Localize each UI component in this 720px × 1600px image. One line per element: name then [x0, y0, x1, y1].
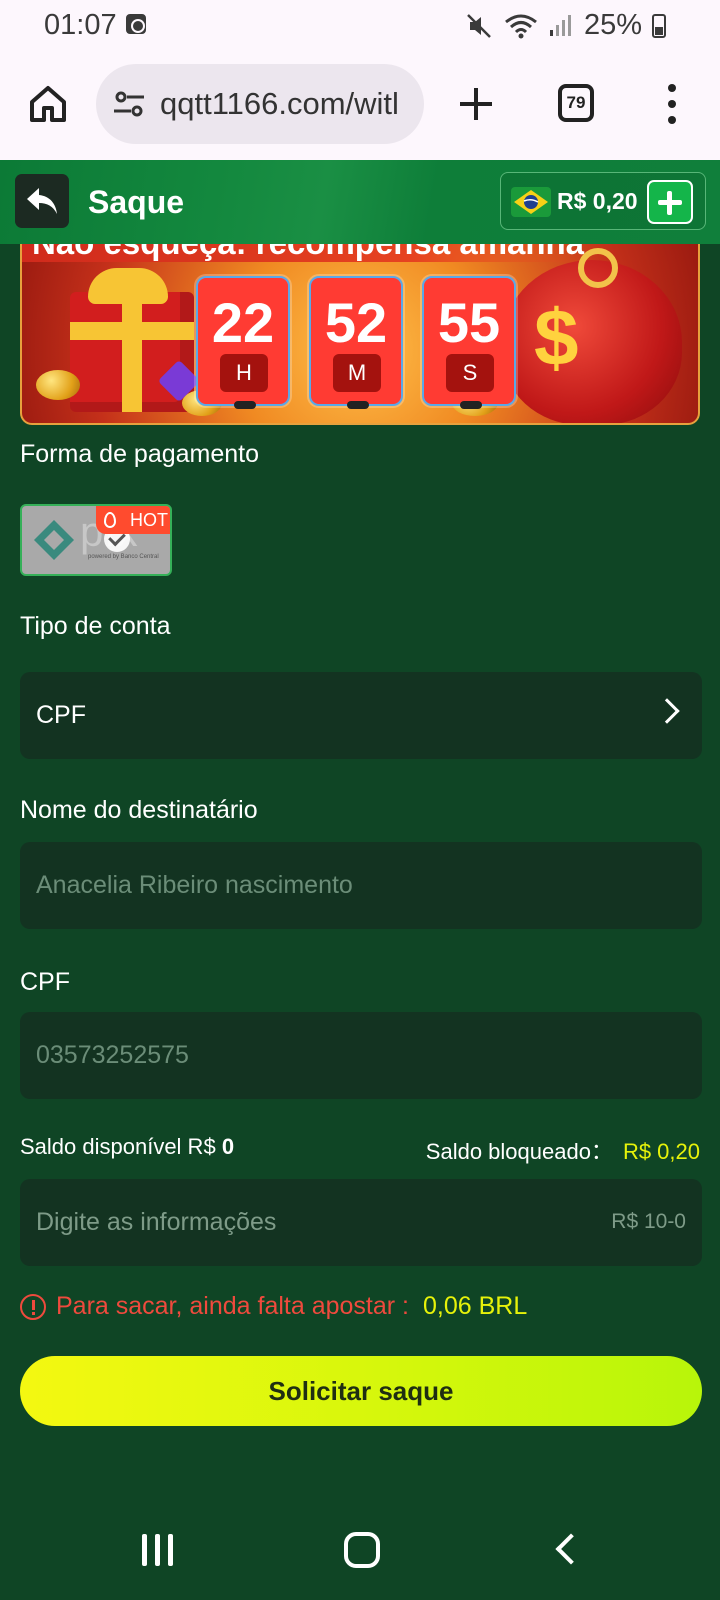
status-indicators: 25%: [466, 9, 666, 42]
back-button[interactable]: [15, 174, 69, 228]
available-balance: Saldo disponível R$ 0: [20, 1134, 234, 1160]
address-bar[interactable]: qqtt1166.com/witl: [96, 64, 424, 144]
deposit-plus-button[interactable]: [647, 180, 693, 224]
account-type-select[interactable]: CPF: [20, 672, 702, 759]
pix-logo-icon: [34, 520, 74, 560]
site-settings-icon[interactable]: [112, 87, 146, 121]
bag-tie-image: [578, 248, 618, 288]
account-type-value: CPF: [36, 701, 86, 729]
balance-widget[interactable]: R$ 0,20: [500, 172, 706, 230]
dollar-icon: $: [534, 293, 579, 382]
page-title: Saque: [88, 184, 185, 220]
app-header: Saque R$ 0,20: [0, 160, 720, 244]
battery-icon: [652, 13, 666, 38]
tab-switcher-button[interactable]: 79: [558, 84, 594, 122]
recents-icon[interactable]: [142, 1534, 176, 1566]
available-balance-label: Saldo disponível R$: [20, 1134, 216, 1159]
home-icon[interactable]: [28, 84, 68, 124]
balance-amount: R$ 0,20: [557, 188, 638, 214]
withdraw-amount-placeholder: Digite as informações: [36, 1208, 277, 1236]
battery-level: 25%: [583, 9, 642, 41]
status-bar: 01:07 25%: [0, 0, 720, 52]
request-withdrawal-button[interactable]: Solicitar saque: [20, 1356, 702, 1426]
gift-bow-image: [88, 268, 168, 304]
system-nav-bar: [0, 1496, 720, 1600]
available-balance-value: 0: [221, 1134, 235, 1159]
coin-image: [36, 370, 80, 400]
hot-badge: HOT: [96, 506, 170, 534]
brazil-flag-icon: [511, 187, 551, 217]
more-options-icon[interactable]: [660, 82, 684, 126]
cpf-label: CPF: [20, 968, 70, 996]
countdown-notch: [460, 401, 482, 409]
recipient-name-label: Nome do destinatário: [20, 796, 258, 824]
account-type-label: Tipo de conta: [20, 612, 171, 640]
countdown-value: 55: [437, 291, 501, 354]
alarm-icon: [126, 14, 146, 34]
cpf-placeholder: 03573252575: [36, 1041, 189, 1069]
wager-warning-text: Para sacar, ainda falta apostar :: [56, 1292, 409, 1320]
withdraw-amount-range: R$ 10-0: [611, 1210, 686, 1233]
countdown-value: 52: [324, 291, 388, 354]
back-nav-icon[interactable]: [555, 1533, 587, 1565]
browser-toolbar: qqtt1166.com/witl 79: [0, 52, 720, 160]
new-tab-icon[interactable]: [456, 84, 496, 124]
payment-method-label: Forma de pagamento: [20, 440, 260, 468]
flame-icon: [104, 512, 116, 528]
back-arrow-icon: [27, 188, 57, 214]
chevron-right-icon: [654, 698, 680, 724]
countdown-minutes: 52 M: [309, 276, 403, 409]
alert-icon: [20, 1293, 46, 1320]
blocked-balance-label: Saldo bloqueado：: [425, 1139, 613, 1164]
withdraw-amount-field[interactable]: Digite as informações R$ 10-0: [20, 1179, 702, 1266]
promo-banner[interactable]: Não esqueça: recompensa amanhã $ 22 H 52…: [20, 240, 700, 425]
blocked-balance-value: R$ 0,20: [622, 1139, 700, 1164]
countdown-hours: 22 H: [196, 276, 290, 409]
status-time: 01:07: [44, 9, 117, 41]
cpf-field[interactable]: 03573252575: [20, 1012, 702, 1099]
hot-badge-label: HOT: [130, 510, 168, 530]
countdown-unit: S: [446, 354, 494, 392]
countdown-notch: [347, 401, 369, 409]
recipient-name-placeholder: Anacelia Ribeiro nascimento: [36, 871, 353, 899]
pix-subtitle: powered by Banco Central: [88, 554, 159, 560]
recipient-name-field[interactable]: Anacelia Ribeiro nascimento: [20, 842, 702, 929]
countdown-value: 22: [211, 291, 275, 354]
countdown-unit: H: [220, 354, 268, 392]
home-nav-icon[interactable]: [344, 1532, 380, 1568]
countdown-seconds: 55 S: [422, 276, 516, 409]
wager-warning-value: 0,06 BRL: [423, 1292, 528, 1320]
countdown-notch: [234, 401, 256, 409]
wager-warning: Para sacar, ainda falta apostar : 0,06 B…: [20, 1292, 527, 1321]
mute-icon: [467, 13, 491, 38]
wifi-icon: [505, 14, 537, 38]
pix-payment-option[interactable]: pix powered by Banco Central HOT: [20, 504, 172, 576]
url-text: qqtt1166.com/witl: [160, 86, 399, 121]
signal-icon: [549, 14, 571, 36]
blocked-balance: Saldo bloqueado： R$ 0,20: [426, 1134, 700, 1166]
countdown-unit: M: [333, 354, 381, 392]
